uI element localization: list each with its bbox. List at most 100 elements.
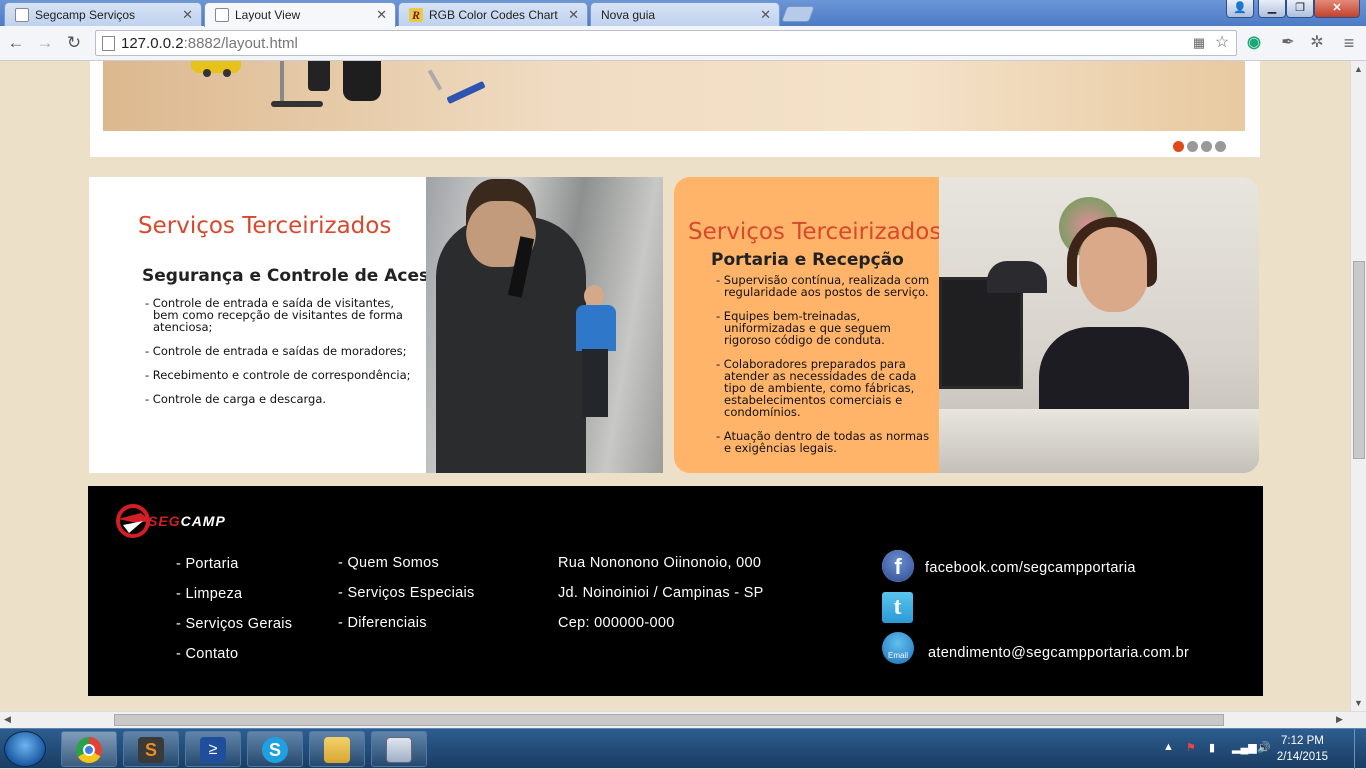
windows-taskbar: S ≥ S ▲ ⚑ ▮ ▂▄▆ 🔊 7:12 PM 2/14/2015 bbox=[0, 728, 1366, 769]
footer-link-quem-somos[interactable]: - Quem Somos bbox=[338, 555, 439, 571]
url-path: :8882/layout.html bbox=[183, 35, 298, 52]
footer-link-portaria[interactable]: - Portaria bbox=[176, 556, 239, 572]
footer-link-servicos-especiais[interactable]: - Serviços Especiais bbox=[338, 585, 475, 601]
taskbar-skype[interactable]: S bbox=[247, 731, 303, 767]
footer-link-diferenciais[interactable]: - Diferenciais bbox=[338, 615, 427, 631]
slider-dot[interactable] bbox=[1215, 141, 1226, 152]
action-center-icon[interactable]: ⚑ bbox=[1186, 741, 1196, 754]
maximize-button[interactable]: ❐ bbox=[1286, 0, 1314, 18]
person-legs-shape bbox=[582, 349, 608, 417]
tab-bar: Segcamp Serviços ✕ Layout View ✕ R RGB C… bbox=[0, 0, 1366, 27]
slider-dot[interactable] bbox=[1173, 141, 1184, 152]
url-text: 127.0.0.2:8882/layout.html bbox=[121, 35, 298, 52]
image-slider bbox=[90, 61, 1260, 157]
close-icon[interactable]: ✕ bbox=[182, 7, 193, 23]
window-close-button[interactable]: ✕ bbox=[1314, 0, 1360, 18]
scroll-down-icon[interactable]: ▼ bbox=[1354, 698, 1363, 708]
vertical-scrollbar[interactable]: ▲ ▼ bbox=[1350, 61, 1366, 711]
taskbar-powershell[interactable]: ≥ bbox=[185, 731, 241, 767]
reload-icon[interactable]: ↻ bbox=[63, 32, 85, 54]
taskbar-explorer[interactable] bbox=[309, 731, 365, 767]
back-arrow-icon[interactable]: ← bbox=[5, 32, 27, 54]
tab-label: RGB Color Codes Chart bbox=[429, 8, 558, 22]
slider-dot[interactable] bbox=[1201, 141, 1212, 152]
service-item: - Recebimento e controle de correspondên… bbox=[145, 368, 411, 382]
start-button[interactable] bbox=[4, 731, 46, 767]
slider-dot[interactable] bbox=[1187, 141, 1198, 152]
twitter-icon[interactable]: t bbox=[882, 592, 913, 623]
taskbar-calculator[interactable] bbox=[371, 731, 427, 767]
taskbar-sublime[interactable]: S bbox=[123, 731, 179, 767]
person-shape bbox=[308, 61, 330, 91]
horizontal-scrollbar[interactable]: ◀ ▶ bbox=[0, 711, 1366, 728]
scroll-left-icon[interactable]: ◀ bbox=[4, 714, 11, 725]
tab-nova-guia[interactable]: Nova guia ✕ bbox=[590, 2, 780, 26]
tab-label: Layout View bbox=[235, 8, 301, 22]
powershell-icon: ≥ bbox=[200, 737, 226, 763]
service-item: - Controle de entrada e saída de visitan… bbox=[145, 296, 403, 334]
mop-handle-shape bbox=[280, 61, 284, 103]
chrome-icon-center bbox=[83, 744, 95, 756]
close-icon[interactable]: ✕ bbox=[376, 7, 387, 23]
eyedropper-icon[interactable]: ✒ bbox=[1277, 32, 1299, 54]
address-bar[interactable]: 127.0.0.2:8882/layout.html bbox=[95, 30, 1237, 56]
wheel-shape bbox=[223, 69, 231, 77]
person-shirt-shape bbox=[576, 305, 616, 351]
tab-layout-view[interactable]: Layout View ✕ bbox=[204, 2, 396, 27]
service-item: - Supervisão contínua, realizada com reg… bbox=[716, 273, 930, 299]
service-list: - Controle de entrada e saída de visitan… bbox=[143, 297, 413, 417]
bug-icon[interactable]: ✲ bbox=[1306, 32, 1328, 54]
close-icon[interactable]: ✕ bbox=[568, 7, 579, 23]
security-guard-photo bbox=[426, 177, 663, 473]
show-hidden-icons-icon[interactable]: ▲ bbox=[1163, 741, 1174, 753]
network-icon[interactable]: ▂▄▆ bbox=[1232, 741, 1257, 754]
address-line: Jd. Noinoinioi / Campinas - SP bbox=[558, 585, 764, 601]
scrollbar-thumb[interactable] bbox=[1353, 261, 1365, 459]
clock-time: 7:12 PM bbox=[1281, 735, 1324, 747]
tab-segcamp[interactable]: Segcamp Serviços ✕ bbox=[4, 2, 202, 26]
menu-icon[interactable]: ≡ bbox=[1338, 32, 1360, 54]
email-icon[interactable]: Email bbox=[882, 632, 914, 664]
service-item: - Equipes bem-treinadas, uniformizadas e… bbox=[716, 309, 891, 347]
system-clock[interactable]: 7:12 PM 2/14/2015 bbox=[1277, 733, 1328, 765]
translate-icon[interactable]: ▦ bbox=[1188, 32, 1210, 54]
scrollbar-thumb[interactable] bbox=[114, 714, 1224, 726]
monitor-shape bbox=[939, 277, 1023, 389]
show-desktop-button[interactable] bbox=[1354, 729, 1366, 769]
service-item: - Controle de carga e descarga. bbox=[145, 392, 327, 406]
forward-arrow-icon[interactable]: → bbox=[34, 32, 56, 54]
mop-base-shape bbox=[271, 101, 323, 107]
address-line: Cep: 000000-000 bbox=[558, 615, 675, 631]
scroll-right-icon[interactable]: ▶ bbox=[1336, 714, 1343, 725]
url-host: 127.0.0.2 bbox=[121, 35, 184, 52]
footer-link-contato[interactable]: - Contato bbox=[176, 646, 238, 662]
device-icon[interactable]: ▮ bbox=[1209, 741, 1215, 754]
taskbar-chrome[interactable] bbox=[61, 731, 117, 767]
email-link[interactable]: atendimento@segcampportaria.com.br bbox=[928, 645, 1189, 661]
page-icon bbox=[215, 8, 229, 22]
extension-g-icon[interactable]: ◉ bbox=[1243, 32, 1265, 54]
receptionist-photo bbox=[939, 177, 1259, 473]
new-tab-button[interactable] bbox=[781, 6, 815, 22]
scroll-up-icon[interactable]: ▲ bbox=[1354, 64, 1363, 74]
folder-icon bbox=[324, 737, 350, 763]
footer-link-limpeza[interactable]: - Limpeza bbox=[176, 586, 242, 602]
volume-icon[interactable]: 🔊 bbox=[1257, 741, 1271, 754]
desk-shape bbox=[939, 409, 1259, 473]
mop-handle-shape bbox=[427, 69, 443, 91]
tab-rgb-color-codes[interactable]: R RGB Color Codes Chart ✕ bbox=[398, 2, 588, 26]
footer-link-servicos-gerais[interactable]: - Serviços Gerais bbox=[176, 616, 292, 632]
service-card-security: Serviços Terceirizados Segurança e Contr… bbox=[89, 177, 663, 473]
close-icon[interactable]: ✕ bbox=[760, 7, 771, 23]
page-icon bbox=[102, 36, 115, 51]
bucket-shape bbox=[191, 61, 241, 73]
service-title: Serviços Terceirizados bbox=[138, 213, 392, 239]
minimize-button[interactable]: ▁ bbox=[1258, 0, 1286, 18]
facebook-icon[interactable]: f bbox=[882, 550, 914, 582]
person-shape bbox=[343, 61, 381, 101]
user-icon[interactable]: 👤 bbox=[1226, 0, 1254, 18]
segcamp-logo[interactable]: SEGCAMP bbox=[115, 503, 265, 539]
bookmark-star-icon[interactable]: ☆ bbox=[1211, 32, 1233, 54]
service-item: - Controle de entrada e saídas de morado… bbox=[145, 344, 407, 358]
facebook-link[interactable]: facebook.com/segcampportaria bbox=[925, 560, 1136, 576]
